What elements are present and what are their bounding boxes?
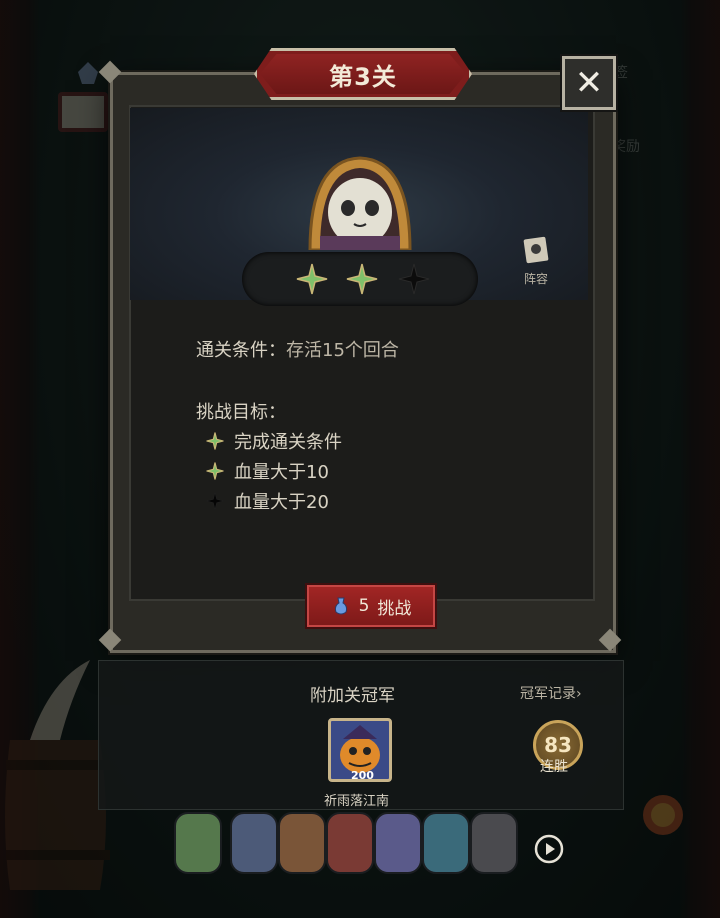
hero-portrait[interactable] xyxy=(374,812,422,874)
hero-portrait[interactable] xyxy=(230,812,278,874)
stage-title-banner: 第3关 xyxy=(254,48,472,100)
hero-portrait[interactable] xyxy=(174,812,222,874)
champion-lineup xyxy=(166,812,586,884)
condition-label: 通关条件： xyxy=(196,340,286,361)
condition-value: 存活15个回合 xyxy=(286,340,399,361)
star-earned-icon xyxy=(206,462,224,480)
clear-condition: 通关条件：存活15个回合 xyxy=(196,336,399,362)
lineup-button[interactable]: 阵容 xyxy=(516,236,556,287)
champion-title: 附加关冠军 xyxy=(310,686,395,706)
stage-title: 第3关 xyxy=(329,62,397,91)
champion-record-label: 冠军记录 xyxy=(520,686,576,702)
win-streak-label: 连胜 xyxy=(540,759,568,775)
hero-portrait[interactable] xyxy=(278,812,326,874)
goal-item: 完成通关条件 xyxy=(206,428,342,454)
stage-stars xyxy=(242,252,478,306)
close-button[interactable]: ✕ xyxy=(562,56,616,110)
goal-item: 血量大于10 xyxy=(206,458,329,484)
goal-text: 血量大于10 xyxy=(234,462,329,483)
star-earned-icon xyxy=(346,263,378,295)
hero-portrait[interactable] xyxy=(422,812,470,874)
goal-text: 血量大于20 xyxy=(234,492,329,513)
goal-text: 完成通关条件 xyxy=(234,432,342,453)
star-earned-icon xyxy=(296,263,328,295)
stamina-potion-icon xyxy=(334,597,347,615)
challenge-cost: 5 xyxy=(358,596,370,616)
champion-name: 祈雨落江南 xyxy=(324,794,390,809)
win-streak-count: 83 xyxy=(544,733,572,757)
challenge-button[interactable]: 5 挑战 xyxy=(305,583,437,629)
champion-level: 200 xyxy=(351,769,374,782)
goal-item: 血量大于20 xyxy=(206,488,329,514)
champion-record-link[interactable]: 冠军记录› xyxy=(520,683,582,703)
hero-portrait[interactable] xyxy=(470,812,518,874)
star-earned-icon xyxy=(206,432,224,450)
replay-icon[interactable] xyxy=(533,833,565,865)
boss-portrait xyxy=(308,156,412,250)
lineup-card-icon xyxy=(523,236,549,264)
hero-portrait[interactable] xyxy=(326,812,374,874)
lineup-label: 阵容 xyxy=(523,272,548,286)
star-empty-icon xyxy=(398,263,430,295)
close-icon: ✕ xyxy=(574,63,604,103)
star-empty-icon xyxy=(206,492,224,510)
challenge-label: 挑战 xyxy=(377,598,412,619)
goals-title: 挑战目标： xyxy=(196,402,286,423)
chevron-right-icon: › xyxy=(576,686,582,702)
